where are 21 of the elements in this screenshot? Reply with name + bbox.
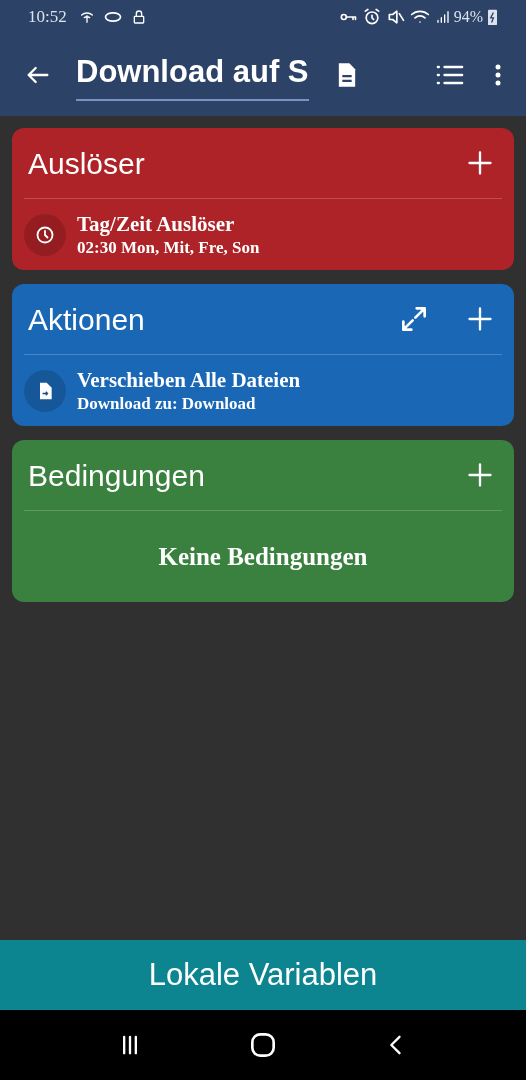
add-icon[interactable] bbox=[466, 461, 494, 489]
entry-subtitle: 02:30 Mon, Mit, Fre, Son bbox=[77, 237, 260, 259]
empty-text: Keine Bedingungen bbox=[158, 541, 368, 572]
signal-icon bbox=[78, 9, 95, 25]
entry-item[interactable]: Tag/Zeit Auslöser 02:30 Mon, Mit, Fre, Son bbox=[12, 199, 514, 270]
add-icon[interactable] bbox=[466, 305, 494, 333]
section-title: Aktionen bbox=[28, 301, 146, 338]
battery-percent: 94% bbox=[453, 7, 483, 27]
section-title: Bedingungen bbox=[28, 457, 206, 494]
add-icon[interactable] bbox=[466, 149, 494, 177]
macro-name-field[interactable]: Download auf S bbox=[76, 48, 309, 102]
clock-icon bbox=[35, 224, 55, 245]
local-variables-button[interactable]: Lokale Variablen bbox=[0, 940, 526, 1010]
entry-subtitle: Download zu: Download bbox=[77, 393, 257, 415]
entry-item[interactable]: Verschieben Alle Dateien Download zu: Download bbox=[12, 355, 514, 426]
entry-title: Verschieben Alle Dateien bbox=[77, 366, 301, 393]
more-options-icon[interactable] bbox=[494, 63, 502, 87]
battery-icon bbox=[487, 8, 498, 26]
section-title: Auslöser bbox=[28, 145, 146, 182]
entry-title: Tag/Zeit Auslöser bbox=[77, 210, 236, 237]
status-time: 10:52 bbox=[28, 6, 67, 29]
